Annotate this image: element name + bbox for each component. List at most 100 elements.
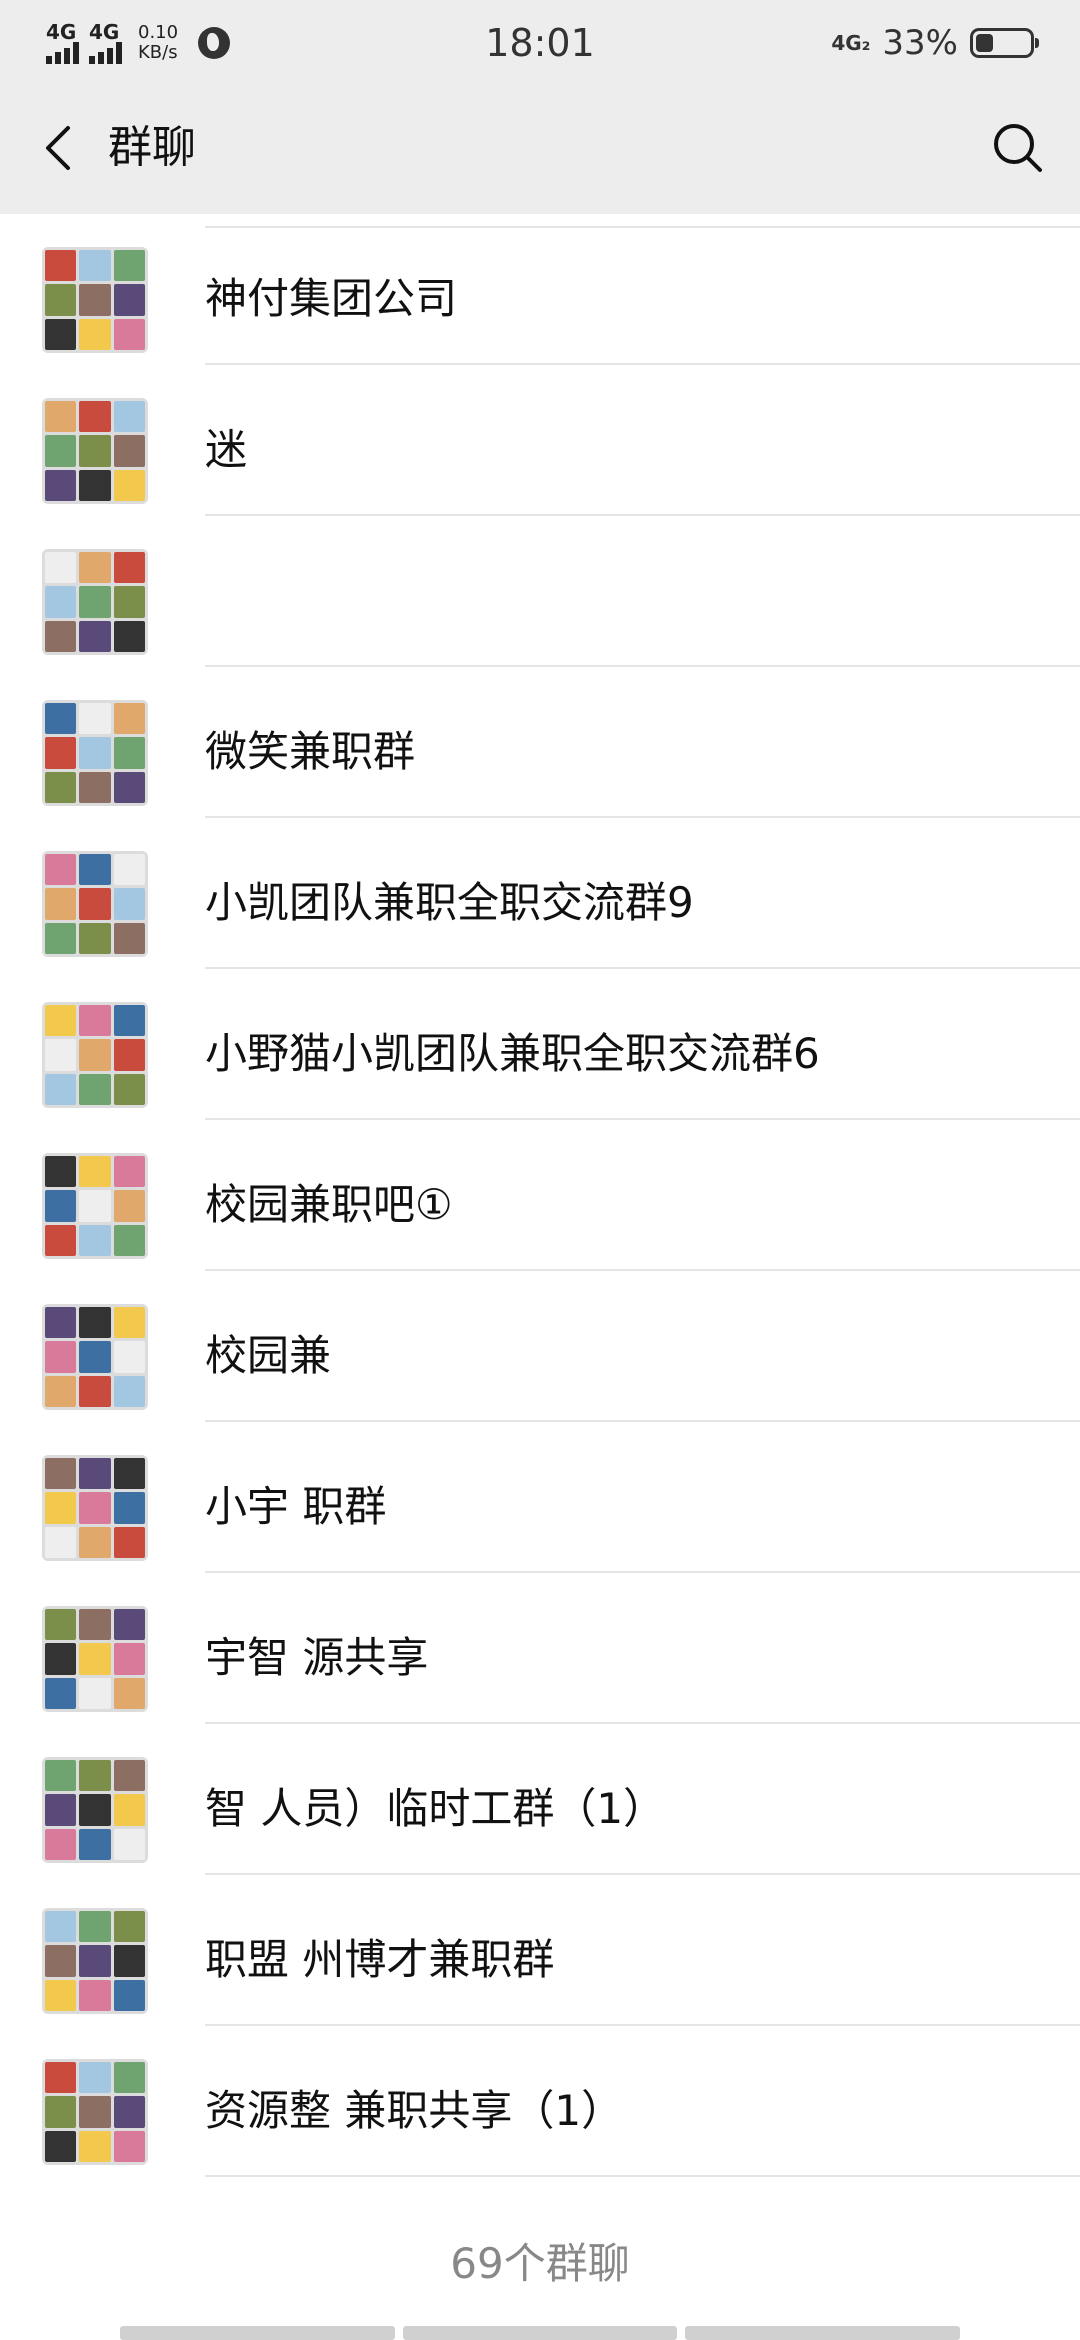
avatar-tile [79,1190,111,1222]
avatar-tile [113,888,145,920]
avatar-tile [45,1643,77,1675]
avatar-tile [79,401,111,433]
group-avatar [42,700,148,806]
avatar-tile [79,435,111,467]
avatar-tile [45,1458,77,1490]
group-name: 小宇 职群 [205,1482,387,1531]
avatar-tile [113,1375,145,1407]
avatar-tile [113,1190,145,1222]
avatar-tile [113,1609,145,1641]
avatar-tile [113,284,145,316]
battery-percent: 33% [882,23,958,63]
group-avatar [42,2059,148,2165]
indicator-segment [685,2326,961,2340]
group-list-item[interactable]: 小宇 职群 [0,1422,1080,1573]
avatar-tile [113,2062,145,2094]
avatar-tile [113,1828,145,1860]
avatar-tile [113,250,145,282]
avatar-tile [113,1307,145,1339]
avatar-tile [45,1609,77,1641]
avatar-tile [79,1005,111,1037]
battery-icon [970,28,1039,58]
group-avatar [42,398,148,504]
avatar-tile [45,1760,77,1792]
group-list-item[interactable]: 智 人员）临时工群（1） [0,1724,1080,1875]
avatar-tile [113,1643,145,1675]
avatar-tile [79,1828,111,1860]
avatar-tile [79,1375,111,1407]
group-avatar [42,1002,148,1108]
chevron-left-icon[interactable] [28,116,92,180]
avatar-tile [45,401,77,433]
avatar-tile [45,1341,77,1373]
avatar-tile [113,771,145,803]
avatar-tile [45,1005,77,1037]
avatar-tile [45,552,77,584]
avatar-tile [45,1911,77,1943]
avatar-tile [45,620,77,652]
avatar-tile [45,1828,77,1860]
group-list-item[interactable]: 资源整 兼职共享（1） [0,2026,1080,2177]
group-avatar [42,1757,148,1863]
avatar-tile [79,284,111,316]
avatar-tile [79,888,111,920]
group-list-item[interactable]: 校园兼 [0,1271,1080,1422]
group-list-item[interactable]: 小野猫小凯团队兼职全职交流群6 [0,969,1080,1120]
network-type: 4G₂ [831,31,871,55]
avatar-tile [113,552,145,584]
group-list-item[interactable]: 职盟 州博才兼职群 [0,1875,1080,2026]
group-list-item[interactable]: 宇智 源共享 [0,1573,1080,1724]
group-name: 神付集团公司 [205,274,458,323]
group-avatar [42,1304,148,1410]
avatar-tile [45,2096,77,2128]
avatar-tile [113,2130,145,2162]
avatar-tile [113,1794,145,1826]
avatar-tile [79,620,111,652]
group-list-item[interactable]: 迷 [0,365,1080,516]
avatar-tile [79,703,111,735]
avatar-tile [79,2096,111,2128]
avatar-tile [113,1760,145,1792]
avatar-tile [79,1073,111,1105]
avatar-tile [79,1760,111,1792]
group-avatar [42,1606,148,1712]
group-name: 校园兼职吧① [205,1180,453,1229]
avatar-tile [113,401,145,433]
avatar-tile [113,854,145,886]
avatar-tile [45,888,77,920]
avatar-tile [79,771,111,803]
avatar-tile [79,1979,111,2011]
avatar-tile [45,1677,77,1709]
avatar-tile [79,469,111,501]
bottom-indicator [120,2326,961,2340]
group-name: 职盟 州博才兼职群 [205,1935,555,1984]
indicator-segment [402,2326,678,2340]
avatar-tile [79,1458,111,1490]
group-avatar [42,247,148,353]
avatar-tile [113,1073,145,1105]
group-list-item[interactable]: 校园兼职吧① [0,1120,1080,1271]
avatar-tile [79,1794,111,1826]
avatar-tile [113,435,145,467]
group-list-item[interactable]: 神付集团公司 [0,214,1080,365]
search-icon[interactable] [986,116,1050,180]
group-list-item[interactable] [0,516,1080,667]
group-list-item[interactable]: 微笑兼职群 [0,667,1080,818]
avatar-tile [113,318,145,350]
group-avatar [42,1908,148,2014]
group-avatar [42,549,148,655]
avatar-tile [45,771,77,803]
avatar-tile [79,1224,111,1256]
avatar-tile [45,1307,77,1339]
group-name: 智 人员）临时工群（1） [205,1784,666,1833]
avatar-tile [45,586,77,618]
avatar-tile [45,1492,77,1524]
avatar-tile [79,552,111,584]
avatar-tile [79,854,111,886]
avatar-tile [45,250,77,282]
group-avatar [42,1153,148,1259]
avatar-tile [113,1156,145,1188]
avatar-tile [45,1979,77,2011]
page-title: 群聊 [108,122,196,173]
group-list-item[interactable]: 小凯团队兼职全职交流群9 [0,818,1080,969]
